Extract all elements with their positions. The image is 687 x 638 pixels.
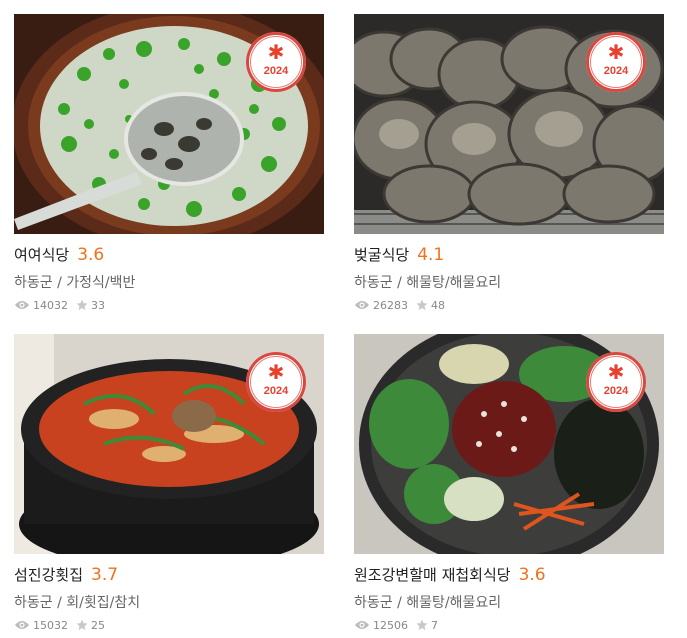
star-icon <box>416 619 428 631</box>
award-badge: ✱ 2024 <box>586 32 646 92</box>
restaurant-category: 해물탕/해물요리 <box>406 275 502 291</box>
restaurant-card[interactable]: ✱ 2024 섬진강횟집 3.7 하동군 / 회/횟집/참치 15032 25 <box>14 334 324 632</box>
award-badge: ✱ 2024 <box>586 352 646 412</box>
badge-year: 2024 <box>603 385 629 397</box>
restaurant-name[interactable]: 원조강변할매 재첩회식당 <box>354 564 511 585</box>
restaurant-photo[interactable]: ✱ 2024 <box>354 14 664 234</box>
restaurant-rating: 3.6 <box>77 245 105 265</box>
restaurant-name[interactable]: 벚굴식당 <box>354 244 409 265</box>
badge-year: 2024 <box>263 65 289 77</box>
restaurant-info: 하동군 / 해물탕/해물요리 <box>354 272 664 292</box>
restaurant-category: 해물탕/해물요리 <box>406 595 502 611</box>
restaurant-rating: 4.1 <box>417 245 445 265</box>
badge-year: 2024 <box>263 385 289 397</box>
restaurant-info: 하동군 / 가정식/백반 <box>14 272 324 292</box>
restaurant-info: 하동군 / 회/횟집/참치 <box>14 592 324 612</box>
restaurant-region: 하동군 <box>354 595 393 611</box>
view-count: 12506 <box>373 618 408 632</box>
star-count: 25 <box>91 618 105 632</box>
eye-icon <box>15 301 29 309</box>
restaurant-photo[interactable]: ✱ 2024 <box>354 334 664 554</box>
restaurant-stats: 14032 33 <box>14 298 324 312</box>
separator: / <box>57 595 62 611</box>
restaurant-region: 하동군 <box>14 595 53 611</box>
restaurant-category: 회/횟집/참치 <box>66 595 141 611</box>
eye-icon <box>15 621 29 629</box>
restaurant-stats: 12506 7 <box>354 618 664 632</box>
restaurant-name[interactable]: 여여식당 <box>14 244 69 265</box>
star-icon <box>76 619 88 631</box>
restaurant-card[interactable]: ✱ 2024 여여식당 3.6 하동군 / 가정식/백반 14032 33 <box>14 14 324 312</box>
restaurant-rating: 3.7 <box>91 565 119 585</box>
restaurant-photo[interactable]: ✱ 2024 <box>14 334 324 554</box>
separator: / <box>397 275 402 291</box>
view-count: 14032 <box>33 298 68 312</box>
restaurant-rating: 3.6 <box>518 565 546 585</box>
restaurant-region: 하동군 <box>14 275 53 291</box>
star-count: 33 <box>91 298 105 312</box>
restaurant-info: 하동군 / 해물탕/해물요리 <box>354 592 664 612</box>
restaurant-stats: 15032 25 <box>14 618 324 632</box>
restaurant-card[interactable]: ✱ 2024 원조강변할매 재첩회식당 3.6 하동군 / 해물탕/해물요리 1… <box>354 334 664 632</box>
asterisk-icon: ✱ <box>607 360 625 384</box>
award-badge: ✱ 2024 <box>246 32 306 92</box>
restaurant-name[interactable]: 섬진강횟집 <box>14 564 83 585</box>
restaurant-region: 하동군 <box>354 275 393 291</box>
star-icon <box>76 299 88 311</box>
star-count: 7 <box>431 618 438 632</box>
restaurant-card[interactable]: ✱ 2024 벚굴식당 4.1 하동군 / 해물탕/해물요리 26283 48 <box>354 14 664 312</box>
asterisk-icon: ✱ <box>267 360 285 384</box>
eye-icon <box>355 301 369 309</box>
restaurant-stats: 26283 48 <box>354 298 664 312</box>
separator: / <box>57 275 62 291</box>
restaurant-photo[interactable]: ✱ 2024 <box>14 14 324 234</box>
star-count: 48 <box>431 298 445 312</box>
view-count: 26283 <box>373 298 408 312</box>
badge-year: 2024 <box>603 65 629 77</box>
award-badge: ✱ 2024 <box>246 352 306 412</box>
asterisk-icon: ✱ <box>267 40 285 64</box>
view-count: 15032 <box>33 618 68 632</box>
asterisk-icon: ✱ <box>607 40 625 64</box>
restaurant-category: 가정식/백반 <box>66 275 136 291</box>
eye-icon <box>355 621 369 629</box>
star-icon <box>416 299 428 311</box>
separator: / <box>397 595 402 611</box>
